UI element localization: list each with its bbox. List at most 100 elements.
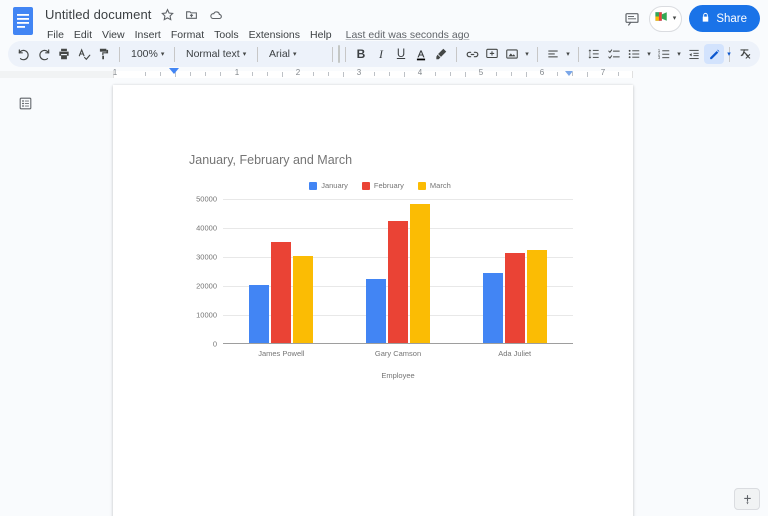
insert-image-icon[interactable] <box>502 44 522 64</box>
document-title[interactable]: Untitled document <box>45 7 151 22</box>
bar-chart[interactable]: January, February and March January Febr… <box>175 153 585 383</box>
legend-item-january[interactable]: January <box>309 181 348 190</box>
chevron-down-icon: ▾ <box>727 50 731 58</box>
star-icon[interactable] <box>160 7 175 22</box>
chart-legend: January February March <box>175 181 585 190</box>
left-indent-marker[interactable] <box>169 68 179 74</box>
ruler[interactable]: 1 1 2 3 4 5 6 7 <box>0 67 768 81</box>
menu-help[interactable]: Help <box>305 28 337 42</box>
google-docs-logo-icon[interactable] <box>10 5 36 39</box>
align-caret[interactable]: ▾ <box>563 44 573 64</box>
bar-january[interactable] <box>482 273 503 343</box>
meet-caret-icon: ▾ <box>672 15 677 22</box>
paragraph-style-dropdown[interactable]: Normal text ▾ <box>180 44 252 64</box>
document-body: January, February and March January Febr… <box>0 81 768 516</box>
bar-march[interactable] <box>409 203 430 343</box>
menu-file[interactable]: File <box>42 28 69 42</box>
legend-swatch-february <box>361 181 370 190</box>
bold-button[interactable]: B <box>351 44 371 64</box>
x-axis-tick-label: James Powell <box>258 349 305 358</box>
right-indent-marker[interactable] <box>565 71 573 76</box>
numbered-list-caret[interactable]: ▾ <box>674 44 684 64</box>
chevron-down-icon: ▾ <box>242 50 247 58</box>
legend-swatch-january <box>309 181 318 190</box>
menu-tools[interactable]: Tools <box>209 28 244 42</box>
cloud-saved-icon[interactable] <box>208 7 223 22</box>
explore-button[interactable] <box>734 488 760 510</box>
text-color-button[interactable] <box>411 44 431 64</box>
menu-edit[interactable]: Edit <box>69 28 97 42</box>
bulleted-list-icon[interactable] <box>624 44 644 64</box>
collapse-toolbar-icon[interactable] <box>734 44 754 64</box>
toolbar-divider <box>345 46 346 62</box>
checklist-icon[interactable] <box>604 44 624 64</box>
decrease-font-size-button[interactable]: − <box>339 46 340 62</box>
numbered-list-icon[interactable]: 1 2 3 <box>654 44 674 64</box>
paint-format-icon[interactable] <box>94 44 114 64</box>
font-size-stepper: − 11 + <box>338 45 340 63</box>
print-icon[interactable] <box>54 44 74 64</box>
move-to-folder-icon[interactable] <box>184 7 199 22</box>
menu-extensions[interactable]: Extensions <box>244 28 305 42</box>
bar-january[interactable] <box>365 279 386 343</box>
ruler-number: 3 <box>356 68 362 77</box>
google-meet-button[interactable]: ▾ <box>648 5 683 32</box>
underline-button[interactable]: U <box>391 44 411 64</box>
line-spacing-icon[interactable] <box>584 44 604 64</box>
formatting-toolbar: 100% ▾ Normal text ▾ Arial ▾ − 11 + B I … <box>8 41 760 67</box>
share-label: Share <box>716 12 747 25</box>
toolbar-divider <box>332 46 333 62</box>
highlight-pen-icon[interactable] <box>431 44 451 64</box>
show-document-outline-icon[interactable] <box>16 94 34 112</box>
editing-mode-caret[interactable]: ▾ <box>724 44 734 64</box>
zoom-dropdown[interactable]: 100% ▾ <box>125 44 169 64</box>
bold-label: B <box>356 47 366 61</box>
toolbar-divider <box>257 46 258 62</box>
menu-insert[interactable]: Insert <box>130 28 166 42</box>
chevron-down-icon: ▾ <box>647 50 651 58</box>
legend-label-january: January <box>321 181 348 190</box>
ruler-number: 6 <box>539 68 545 77</box>
bulleted-list-caret[interactable]: ▾ <box>644 44 654 64</box>
comment-history-icon[interactable] <box>619 6 645 32</box>
toolbar-divider <box>578 46 579 62</box>
bar-january[interactable] <box>249 285 270 343</box>
bar-group <box>340 198 457 343</box>
bar-group <box>223 198 340 343</box>
redo-icon[interactable] <box>34 44 54 64</box>
bar-march[interactable] <box>293 256 314 343</box>
last-edit-status[interactable]: Last edit was seconds ago <box>346 29 470 41</box>
bar-february[interactable] <box>271 241 292 343</box>
undo-icon[interactable] <box>14 44 34 64</box>
insert-link-icon[interactable] <box>462 44 482 64</box>
insert-image-caret[interactable]: ▾ <box>522 44 532 64</box>
bar-march[interactable] <box>526 250 547 343</box>
spellcheck-icon[interactable] <box>74 44 94 64</box>
chart-title: January, February and March <box>189 153 353 167</box>
chevron-down-icon: ▾ <box>677 50 681 58</box>
menu-format[interactable]: Format <box>166 28 209 42</box>
ruler-number: 4 <box>417 68 423 77</box>
menu-view[interactable]: View <box>97 28 130 42</box>
share-button[interactable]: Share <box>689 5 760 32</box>
underline-label: U <box>396 48 406 60</box>
chevron-down-icon: ▾ <box>525 50 529 58</box>
font-family-value: Arial <box>269 48 291 60</box>
document-page[interactable]: January, February and March January Febr… <box>113 85 633 516</box>
svg-text:3: 3 <box>658 55 661 60</box>
y-axis-tick-label: 20000 <box>196 281 217 291</box>
bar-february[interactable] <box>387 221 408 343</box>
add-comment-icon[interactable] <box>482 44 502 64</box>
italic-label: I <box>379 46 383 61</box>
font-family-dropdown[interactable]: Arial ▾ <box>263 44 327 64</box>
legend-item-february[interactable]: February <box>361 181 404 190</box>
ruler-number: 1 <box>112 68 118 77</box>
toolbar-divider <box>537 46 538 62</box>
legend-item-march[interactable]: March <box>417 181 451 190</box>
align-left-icon[interactable] <box>543 44 563 64</box>
bar-february[interactable] <box>504 253 525 343</box>
bar-group <box>456 198 573 343</box>
decrease-indent-icon[interactable] <box>684 44 704 64</box>
italic-button[interactable]: I <box>371 44 391 64</box>
editing-mode-button[interactable] <box>704 44 724 64</box>
